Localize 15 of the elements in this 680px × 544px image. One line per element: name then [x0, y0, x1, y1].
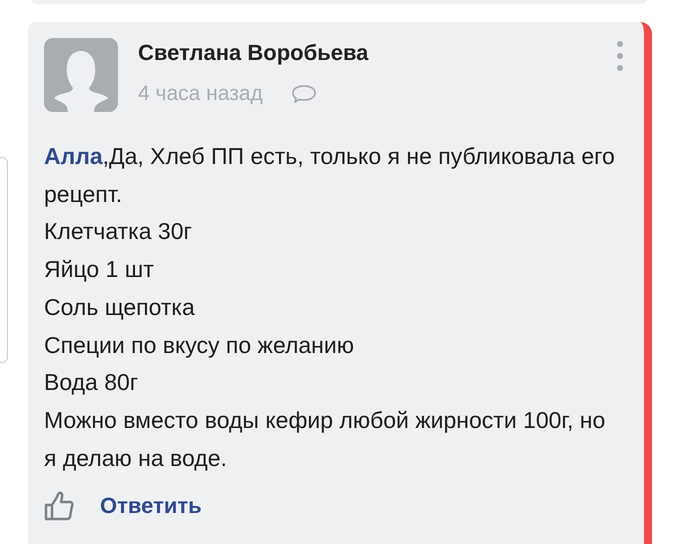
comment-text: Алла,Да, Хлеб ПП есть, только я не публиковала его рецепт.: [44, 142, 616, 209]
comment-text: Специи по вкусу по желанию: [44, 330, 355, 360]
like-icon[interactable]: [44, 491, 74, 522]
comment-time: 4 часа назад: [138, 82, 263, 106]
reply-button[interactable]: Ответить: [100, 493, 202, 520]
comment-text: Можно вместо воды кефир любой жирности 100г, но я делаю на воде.: [44, 406, 606, 473]
comment-icon[interactable]: [290, 84, 317, 104]
comment-text: Соль щепотка: [44, 292, 196, 322]
more-options-icon[interactable]: [616, 40, 624, 72]
mention-link[interactable]: Алла: [44, 143, 103, 169]
comment-text: Яйцо 1 шт: [44, 255, 155, 284]
comment-text: Клетчатка 30г: [44, 217, 193, 246]
comment-text: Вода 80г: [44, 368, 140, 398]
avatar-icon: [44, 38, 118, 112]
author-name[interactable]: Светлана Воробьева: [138, 40, 616, 66]
